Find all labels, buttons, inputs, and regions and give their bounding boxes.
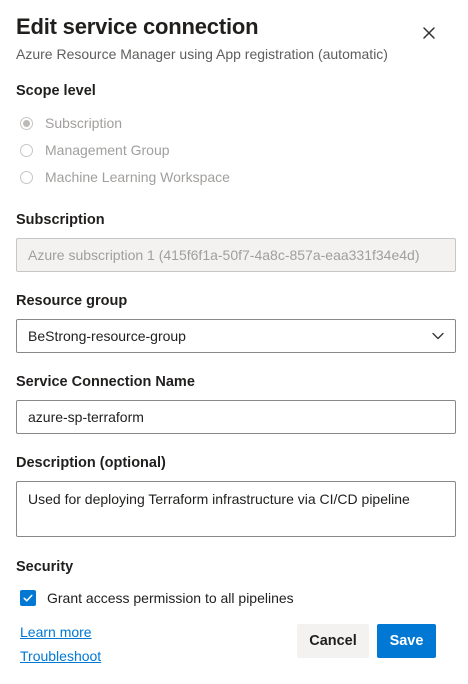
dialog-title: Edit service connection — [16, 14, 259, 39]
security-label: Security — [16, 559, 74, 575]
subscription-field: Azure subscription 1 (415f6f1a-50f7-4a8c… — [16, 238, 456, 272]
connection-name-value: azure-sp-terraform — [28, 409, 144, 425]
connection-name-input[interactable]: azure-sp-terraform — [16, 400, 456, 434]
scope-level-label: Scope level — [16, 83, 96, 99]
radio-button — [20, 170, 33, 184]
save-button[interactable]: Save — [377, 624, 436, 658]
resource-group-dropdown[interactable]: BeStrong-resource-group — [16, 319, 456, 353]
chevron-down-icon — [432, 332, 444, 340]
scope-option-ml-workspace: Machine Learning Workspace — [20, 167, 230, 187]
scope-option-label: Subscription — [45, 115, 123, 131]
grant-access-label: Grant access permission to all pipelines — [47, 590, 294, 606]
troubleshoot-link[interactable]: Troubleshoot — [20, 648, 101, 664]
learn-more-link[interactable]: Learn more — [20, 624, 92, 640]
checkmark-icon — [20, 590, 36, 606]
radio-button — [20, 143, 33, 157]
resource-group-value: BeStrong-resource-group — [28, 328, 186, 344]
close-icon[interactable] — [418, 22, 440, 44]
scope-option-label: Machine Learning Workspace — [45, 169, 230, 185]
cancel-button[interactable]: Cancel — [297, 624, 369, 658]
grant-access-checkbox[interactable]: Grant access permission to all pipelines — [20, 588, 294, 608]
description-textarea[interactable]: Used for deploying Terraform infrastruct… — [16, 481, 456, 537]
subscription-value: Azure subscription 1 (415f6f1a-50f7-4a8c… — [28, 247, 420, 263]
scope-option-label: Management Group — [45, 142, 170, 158]
radio-button — [20, 116, 33, 130]
dialog-subtitle: Azure Resource Manager using App registr… — [16, 46, 388, 62]
description-label: Description (optional) — [16, 455, 166, 471]
scope-option-management-group: Management Group — [20, 140, 170, 160]
scope-option-subscription: Subscription — [20, 113, 122, 133]
subscription-label: Subscription — [16, 212, 105, 228]
resource-group-label: Resource group — [16, 293, 128, 309]
connection-name-label: Service Connection Name — [16, 374, 195, 390]
description-value: Used for deploying Terraform infrastruct… — [28, 491, 410, 507]
